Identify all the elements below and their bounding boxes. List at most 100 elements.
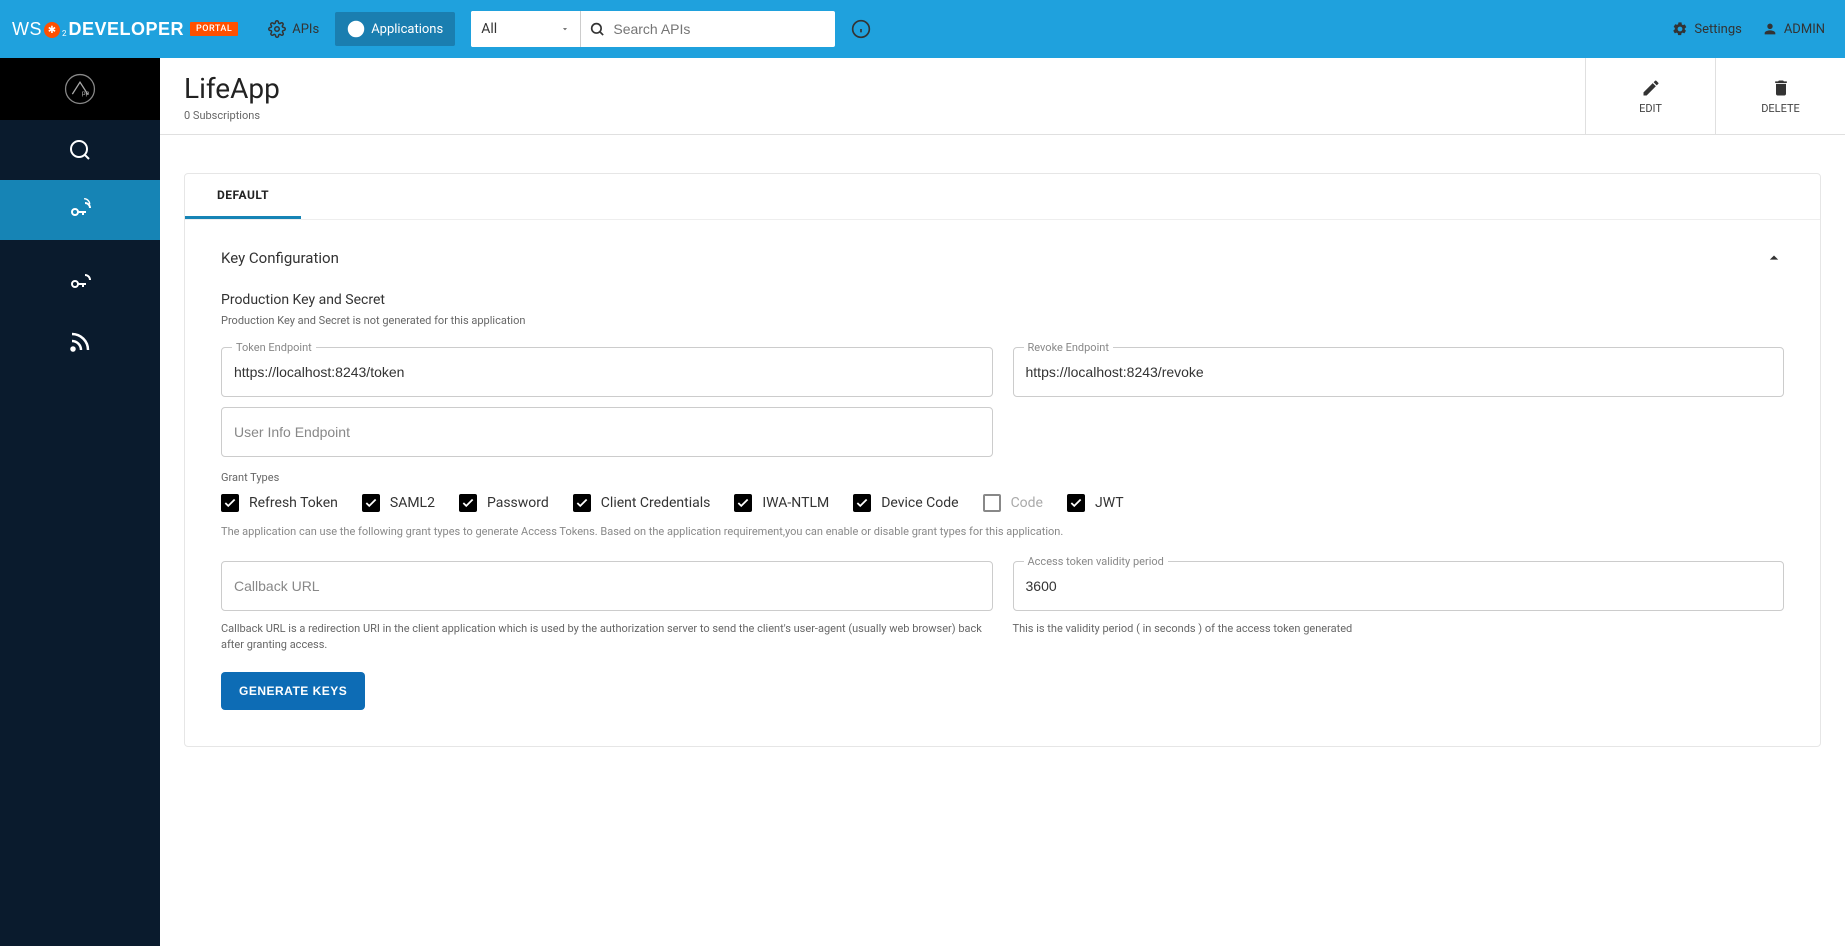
validity-input[interactable] [1026,578,1772,594]
card-body: Key Configuration Production Key and Sec… [185,220,1820,746]
checkbox-checked-icon [573,494,591,512]
chk-client-credentials[interactable]: Client Credentials [573,494,711,512]
sidebar-item-sandbox-keys[interactable] [0,252,160,312]
generate-keys-button[interactable]: GENERATE KEYS [221,672,365,710]
token-endpoint-wrap: Token Endpoint [221,347,993,397]
content-area: DEFAULT Key Configuration Production Key… [160,135,1845,771]
chk-iwa-ntlm[interactable]: IWA-NTLM [734,494,829,512]
callback-wrap [221,561,993,611]
prod-title: Production Key and Secret [221,292,1784,308]
topbar: WS ✱ 2 DEVELOPER PORTAL APIs Application… [0,0,1845,58]
globe-icon [347,20,365,38]
title-block: LifeApp 0 Subscriptions [160,58,1585,134]
delete-label: DELETE [1761,102,1800,115]
app-logo-icon: pp [63,72,97,106]
info-button[interactable] [851,19,871,39]
checkbox-checked-icon [221,494,239,512]
search-category-dropdown[interactable]: All [471,11,581,47]
grant-types-label: Grant Types [221,471,1784,484]
grant-helper: The application can use the following gr… [221,524,1784,541]
topbar-right: Settings ADMIN [1672,21,1825,37]
edit-button[interactable]: EDIT [1585,58,1715,134]
userinfo-input[interactable] [234,424,980,440]
tab-row: DEFAULT [185,174,1820,220]
checkbox-checked-icon [362,494,380,512]
layout: pp LifeApp 0 Subscriptions EDIT [0,58,1845,946]
validity-label: Access token validity period [1024,555,1168,568]
logo-dev: DEVELOPER [69,19,185,40]
delete-button[interactable]: DELETE [1715,58,1845,134]
user-button[interactable]: ADMIN [1762,21,1825,37]
logo[interactable]: WS ✱ 2 DEVELOPER PORTAL [12,19,238,40]
keyconfig-heading: Key Configuration [221,249,339,267]
settings-label: Settings [1694,22,1741,37]
magnifier-icon [68,138,92,162]
logo-circle-icon: ✱ [44,22,60,38]
user-label: ADMIN [1784,22,1825,37]
search-category-value: All [481,21,497,37]
sidebar: pp [0,58,160,946]
logo-ws: WS [12,19,42,40]
chk-password[interactable]: Password [459,494,549,512]
chk-saml2[interactable]: SAML2 [362,494,435,512]
revoke-label: Revoke Endpoint [1024,341,1113,354]
page-subscriptions: 0 Subscriptions [184,109,1561,122]
keyconfig-card: DEFAULT Key Configuration Production Key… [184,173,1821,747]
search-icon [589,20,605,38]
sidebar-item-overview[interactable] [0,120,160,180]
nav-apis-label: APIs [292,22,319,37]
collapse-button[interactable] [1764,248,1784,268]
sidebar-app-logo[interactable]: pp [0,58,160,120]
chk-jwt[interactable]: JWT [1067,494,1124,512]
validity-wrap: Access token validity period [1013,561,1785,611]
checkbox-checked-icon [459,494,477,512]
search-input[interactable] [613,21,827,37]
nav-apis[interactable]: APIs [256,12,331,46]
chevron-up-icon [1764,248,1784,268]
nav-applications[interactable]: Applications [335,12,455,46]
callback-col: Callback URL is a redirection URI in the… [221,561,993,654]
logo-sub: 2 [62,29,67,38]
checkbox-checked-icon [853,494,871,512]
validity-col: Access token validity period This is the… [1013,561,1785,654]
rss-icon [68,330,92,354]
user-icon [1762,21,1778,37]
svg-text:pp: pp [82,89,90,97]
token-label: Token Endpoint [232,341,316,354]
token-endpoint-input[interactable] [234,364,980,380]
validity-helper: This is the validity period ( in seconds… [1013,621,1785,638]
checkbox-checked-icon [1067,494,1085,512]
search-input-wrap [581,11,835,47]
checkbox-unchecked-icon [983,494,1001,512]
nav-links: APIs Applications [256,12,455,46]
chevron-down-icon [560,24,570,34]
callback-input[interactable] [234,578,980,594]
logo-portal-badge: PORTAL [190,22,238,36]
page-title: LifeApp [184,72,1561,105]
main: LifeApp 0 Subscriptions EDIT DELETE DEFA… [160,58,1845,946]
chk-device-code[interactable]: Device Code [853,494,958,512]
nav-applications-label: Applications [371,22,443,37]
grant-row: Refresh Token SAML2 Password Client Cred… [221,494,1784,512]
edit-label: EDIT [1639,102,1662,115]
revoke-endpoint-input[interactable] [1026,364,1772,380]
chk-code[interactable]: Code [983,494,1043,512]
revoke-endpoint-wrap: Revoke Endpoint [1013,347,1785,397]
userinfo-wrap [221,407,993,457]
gear-icon [1672,21,1688,37]
sidebar-item-subscriptions[interactable] [0,312,160,372]
key-signal-icon [68,270,92,294]
checkbox-checked-icon [734,494,752,512]
search-group: All [471,11,835,47]
tab-default[interactable]: DEFAULT [185,174,301,219]
chk-refresh[interactable]: Refresh Token [221,494,338,512]
info-icon [851,19,871,39]
page-header: LifeApp 0 Subscriptions EDIT DELETE [160,58,1845,135]
edit-icon [1641,78,1661,98]
bottom-grid: Callback URL is a redirection URI in the… [221,561,1784,654]
section-title: Key Configuration [221,248,1784,268]
sidebar-item-production-keys[interactable] [0,180,160,240]
prod-desc: Production Key and Secret is not generat… [221,314,1784,327]
gear-icon [268,20,286,38]
settings-button[interactable]: Settings [1672,21,1741,37]
